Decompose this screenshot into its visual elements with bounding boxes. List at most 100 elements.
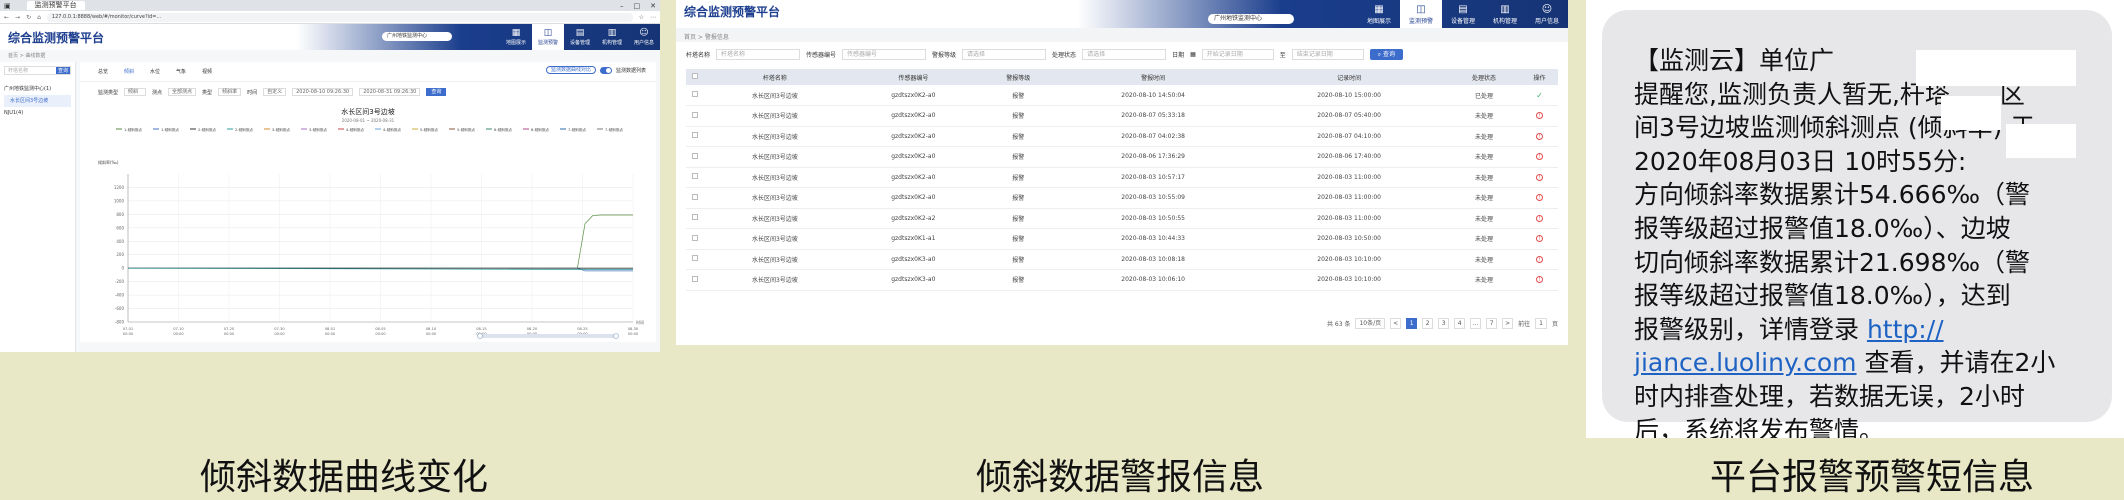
page-3[interactable]: 3	[1438, 318, 1450, 329]
forward-icon[interactable]: →	[15, 14, 20, 21]
app-menu-icon[interactable]: ▣	[4, 2, 11, 10]
close-icon[interactable]: ✕	[650, 2, 656, 10]
home-icon[interactable]: ⌂	[37, 14, 41, 21]
alert-icon[interactable]: !	[1535, 112, 1543, 120]
nav-org[interactable]: ▥ 机构管理	[596, 24, 628, 50]
star-icon[interactable]: ☆	[639, 14, 644, 21]
page-7[interactable]: 7	[1486, 318, 1498, 329]
tree-node-org[interactable]: 广州地铁监测中心(1)	[4, 83, 71, 95]
goto-page-input[interactable]: 1	[1535, 318, 1547, 329]
alert-icon[interactable]: !	[1535, 235, 1543, 243]
alarm-filters: 杆塔名称 杆塔名称 传感器编号 传感器编号 警报等级 请选择 处理状态 请选择 …	[676, 42, 1568, 67]
alert-icon[interactable]: !	[1535, 194, 1543, 202]
row-checkbox[interactable]	[686, 249, 705, 270]
time-select[interactable]: 自定义	[263, 88, 287, 96]
curve-compare-toggle[interactable]: 监测数据曲线对比	[545, 66, 596, 74]
sidebar-search-button[interactable]: 查询	[56, 67, 70, 74]
nav-map[interactable]: ▦ 地图展示	[500, 24, 532, 50]
data-list-toggle[interactable]: 监测数据列表	[616, 67, 646, 74]
row-checkbox[interactable]	[686, 105, 705, 127]
alert-icon[interactable]: !	[1535, 255, 1543, 263]
cell-record-time: 2020-08-06 17:40:00	[1251, 146, 1448, 168]
date-start-input[interactable]: 开始记录日期	[1201, 49, 1274, 60]
nav-device[interactable]: ▤ 设备管理	[1442, 0, 1484, 28]
page-4[interactable]: 4	[1454, 318, 1466, 329]
reload-icon[interactable]: ↻	[26, 14, 31, 21]
tree-node-slope[interactable]: 水长区间3号边坡	[4, 95, 71, 107]
row-action[interactable]: !	[1520, 146, 1558, 168]
tab-overview[interactable]: 总览	[98, 68, 108, 75]
row-checkbox[interactable]	[686, 167, 705, 188]
alert-icon[interactable]: !	[1535, 153, 1543, 161]
nav-label: 设备管理	[1450, 18, 1475, 25]
row-checkbox[interactable]	[686, 126, 705, 147]
end-date-input[interactable]: 2020-08-31 09:26:30	[359, 88, 421, 96]
alert-icon[interactable]: !	[1535, 132, 1543, 140]
alert-icon[interactable]: !	[1535, 214, 1543, 222]
tab-water[interactable]: 水位	[150, 68, 160, 75]
check-icon[interactable]: ✓	[1536, 91, 1543, 100]
org-selector[interactable]: 广州地铁监测中心	[382, 32, 452, 41]
tab-tilt[interactable]: 倾斜	[124, 68, 134, 75]
nav-user[interactable]: ☺ 用户信息	[628, 24, 660, 50]
page-1[interactable]: 1	[1406, 318, 1418, 329]
alert-icon[interactable]: !	[1535, 276, 1543, 284]
row-checkbox[interactable]	[686, 85, 705, 106]
nav-org[interactable]: ▥ 机构管理	[1484, 0, 1526, 28]
cell-status: 未处理	[1447, 126, 1521, 147]
page-ellipsis[interactable]: ...	[1470, 318, 1482, 329]
nav-map[interactable]: ▦ 地图展示	[1358, 0, 1400, 28]
alarm-level-label: 警报等级	[932, 52, 957, 59]
page-2[interactable]: 2	[1422, 318, 1434, 329]
back-icon[interactable]: ←	[4, 14, 9, 21]
row-action[interactable]: !	[1520, 187, 1558, 209]
tab-video[interactable]: 视频	[202, 68, 212, 75]
nav-user[interactable]: ☺ 用户信息	[1526, 0, 1568, 28]
row-checkbox[interactable]	[686, 187, 705, 209]
curve-query-button[interactable]: 查询	[426, 88, 447, 96]
next-page-button[interactable]: >	[1502, 318, 1514, 329]
tower-name-input[interactable]: 杆塔名称	[716, 49, 801, 60]
alert-icon[interactable]: !	[1535, 173, 1543, 181]
status-select[interactable]: 请选择	[1082, 49, 1167, 60]
nav-monitor[interactable]: ◫ 监测预警	[532, 24, 564, 50]
tree-node-nju[interactable]: NJU1(4)	[4, 107, 71, 119]
type-select[interactable]: 倾斜	[124, 88, 147, 96]
url-input[interactable]: 127.0.0.1:8888/web/#/monitor/curve?id=..…	[46, 12, 633, 22]
prev-page-button[interactable]: <	[1390, 318, 1402, 329]
row-checkbox[interactable]	[686, 228, 705, 250]
row-action[interactable]: ✓	[1520, 85, 1558, 106]
tab-weather[interactable]: 气象	[176, 68, 186, 75]
row-action[interactable]: !	[1520, 167, 1558, 188]
row-action[interactable]: !	[1520, 269, 1558, 291]
sensor-no-input[interactable]: 传感器编号	[842, 49, 927, 60]
nav-monitor[interactable]: ◫ 监测预警	[1400, 0, 1442, 28]
row-checkbox[interactable]	[686, 146, 705, 168]
view-switch[interactable]	[599, 66, 612, 74]
date-end-input[interactable]: 结束记录日期	[1291, 49, 1364, 60]
row-action[interactable]: !	[1520, 105, 1558, 127]
sms-link[interactable]: jiance.luoliny.com	[1634, 348, 1857, 377]
point-select[interactable]: 全部测点	[168, 88, 197, 96]
org-selector[interactable]: 广州地铁监测中心	[1208, 14, 1294, 24]
tower-search-input[interactable]: 杆塔名称	[5, 67, 56, 74]
minimize-icon[interactable]: –	[620, 2, 624, 10]
row-action[interactable]: !	[1520, 228, 1558, 250]
start-date-input[interactable]: 2020-08-10 09:26:30	[292, 88, 354, 96]
nav-device[interactable]: ▤ 设备管理	[564, 24, 596, 50]
page-size-select[interactable]: 10条/页	[1355, 318, 1386, 329]
more-icon[interactable]: ⋯	[650, 14, 656, 21]
select-all-checkbox[interactable]	[686, 69, 705, 85]
row-checkbox[interactable]	[686, 208, 705, 229]
browser-tab[interactable]: 监测预警平台	[26, 1, 85, 10]
row-action[interactable]: !	[1520, 208, 1558, 229]
table-row: 水长区间3号边坡 gzdtszx0K3-a0 报警 2020-08-03 10:08:…	[686, 249, 1558, 270]
row-checkbox[interactable]	[686, 269, 705, 291]
row-action[interactable]: !	[1520, 249, 1558, 270]
alarm-query-button[interactable]: ⌕ 查询	[1369, 49, 1404, 60]
alarm-level-select[interactable]: 请选择	[962, 49, 1047, 60]
sms-link[interactable]: http://	[1867, 315, 1944, 344]
maximize-icon[interactable]: □	[634, 2, 641, 10]
row-action[interactable]: !	[1520, 126, 1558, 147]
item-select[interactable]: 倾斜率	[218, 88, 242, 96]
